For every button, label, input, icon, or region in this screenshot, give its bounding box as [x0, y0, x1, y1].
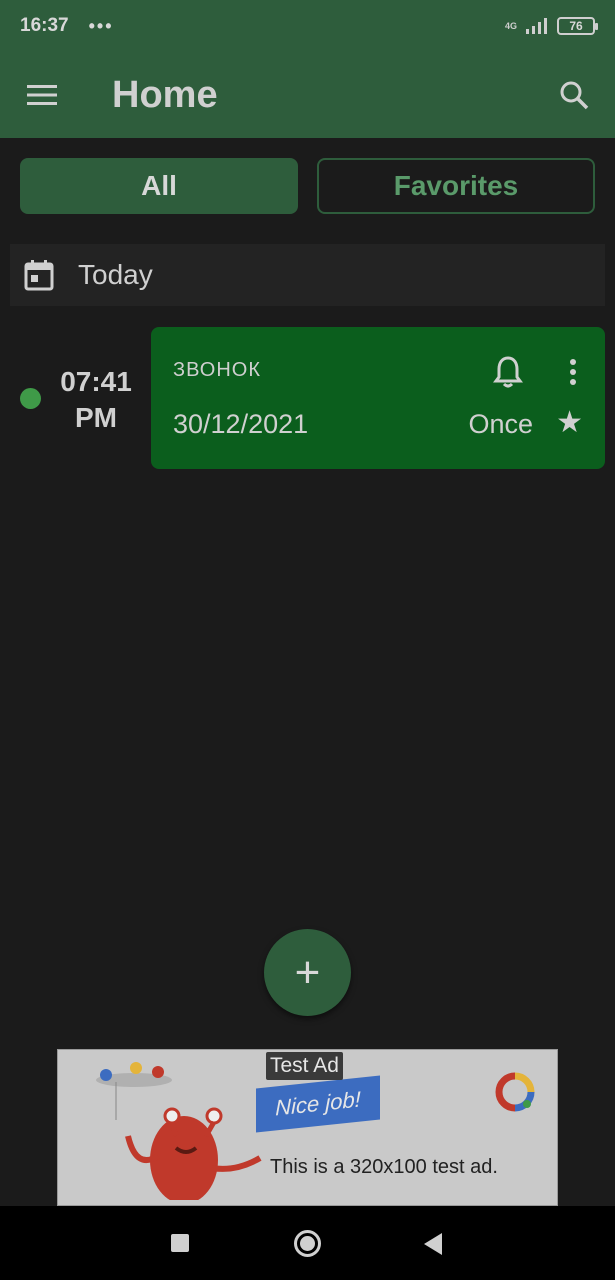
status-bar: 16:37 ••• 4G 76 [0, 0, 615, 52]
add-alarm-button[interactable]: + [264, 929, 351, 1016]
search-icon[interactable] [559, 80, 589, 110]
alarm-date: 30/12/2021 [173, 409, 309, 439]
battery-level: 76 [569, 19, 583, 33]
status-dots: ••• [88, 15, 114, 36]
calendar-icon [24, 260, 54, 291]
ad-label: Test Ad [266, 1052, 343, 1080]
ad-logo-icon [495, 1072, 535, 1112]
back-icon[interactable] [424, 1233, 442, 1255]
status-icons: 4G 76 [504, 17, 598, 35]
app-bar: Home [0, 52, 615, 138]
signal-icon [526, 18, 547, 34]
filter-all-button[interactable]: All [20, 158, 298, 214]
filter-favorites-button[interactable]: Favorites [317, 158, 595, 214]
recents-icon[interactable] [171, 1234, 189, 1252]
ad-banner[interactable]: Nice job! Test Ad This is a 320x100 test… [57, 1049, 558, 1206]
home-icon[interactable] [294, 1230, 321, 1257]
ad-text: This is a 320x100 test ad. [270, 1156, 498, 1178]
bell-icon[interactable] [493, 355, 523, 389]
page-title: Home [112, 73, 218, 116]
ad-flag: Nice job! [256, 1075, 380, 1133]
section-header: Today [10, 244, 605, 306]
more-options-icon[interactable] [569, 359, 577, 385]
alarm-time-period: PM [75, 402, 117, 433]
alarm-time: 07:41 PM [56, 364, 136, 436]
alarm-time-hour: 07:41 [60, 366, 132, 397]
alarm-status-dot [20, 388, 41, 409]
ad-mascot-image [96, 1062, 262, 1200]
section-label: Today [78, 259, 153, 290]
system-nav-bar [0, 1206, 615, 1280]
menu-icon[interactable] [26, 83, 58, 107]
alarm-repeat: Once [468, 409, 533, 439]
status-time: 16:37 [20, 15, 69, 36]
alarm-name: ЗВОНОК [173, 359, 261, 381]
battery-icon: 76 [557, 17, 598, 35]
network-label: 4G [504, 20, 517, 31]
favorite-star-icon[interactable]: ★ [556, 407, 583, 439]
alarm-card[interactable]: ЗВОНОК 30/12/2021 Once ★ [151, 327, 605, 469]
